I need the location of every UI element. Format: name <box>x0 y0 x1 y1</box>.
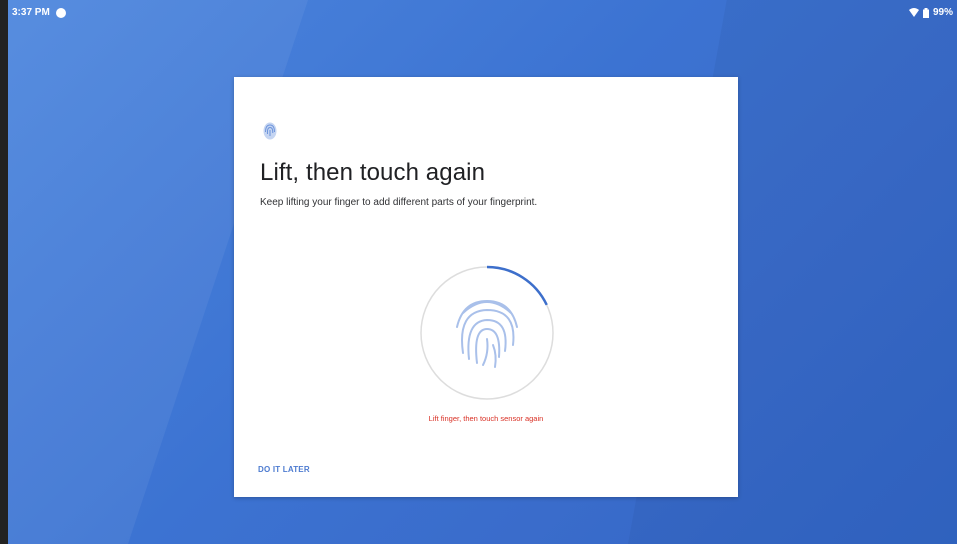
status-bar: 3:37 PM 99% <box>8 0 957 24</box>
fingerprint-icon <box>263 122 277 140</box>
sensor-status-text: Lift finger, then touch sensor again <box>428 414 544 423</box>
notification-icon <box>55 7 66 18</box>
page-title: Lift, then touch again <box>260 159 486 186</box>
fingerprint-enroll-dialog: Lift, then touch again Keep lifting your… <box>234 77 738 497</box>
fingerprint-icon <box>456 299 518 368</box>
home-screen: 3:37 PM 99% Lift, then touch again Keep … <box>8 0 957 544</box>
do-it-later-button[interactable]: DO IT LATER <box>252 461 316 478</box>
fingerprint-sensor-progress <box>419 265 555 401</box>
page-subtitle: Keep lifting your finger to add differen… <box>260 197 538 208</box>
device-frame: 3:37 PM 99% Lift, then touch again Keep … <box>0 0 957 544</box>
battery-icon <box>922 7 929 18</box>
battery-level: 99% <box>932 7 953 18</box>
status-time: 3:37 PM <box>12 7 50 18</box>
wifi-icon <box>908 8 919 17</box>
